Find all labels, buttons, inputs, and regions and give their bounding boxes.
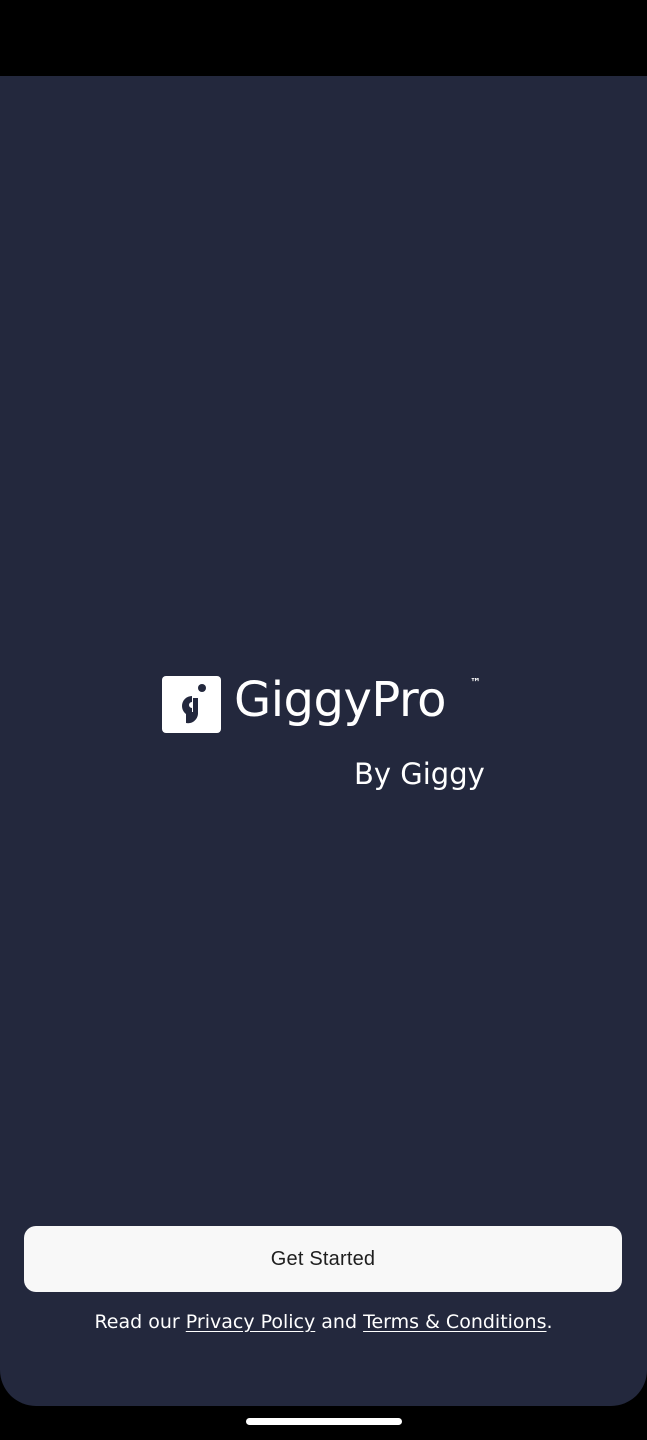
get-started-label: Get Started — [270, 1247, 376, 1270]
status-bar — [0, 0, 647, 76]
home-indicator[interactable] — [246, 1418, 402, 1425]
legal-conjunction: and — [315, 1311, 364, 1333]
trademark-symbol: ™ — [470, 676, 482, 689]
brand-byline: By Giggy — [354, 757, 485, 791]
brand-logo: GiggyPro ™ By Giggy — [162, 672, 492, 806]
privacy-policy-link[interactable]: Privacy Policy — [186, 1311, 315, 1333]
legal-suffix: . — [546, 1311, 553, 1333]
legal-notice: Read our Privacy Policy and Terms & Cond… — [0, 1309, 647, 1335]
terms-conditions-link[interactable]: Terms & Conditions — [363, 1311, 546, 1333]
get-started-button[interactable]: Get Started — [24, 1226, 622, 1292]
welcome-screen: GiggyPro ™ By Giggy Get Started Read our… — [0, 76, 647, 1406]
legal-prefix: Read our — [94, 1311, 186, 1333]
brand-name: GiggyPro — [234, 672, 447, 728]
giggy-logo-icon — [162, 676, 221, 733]
